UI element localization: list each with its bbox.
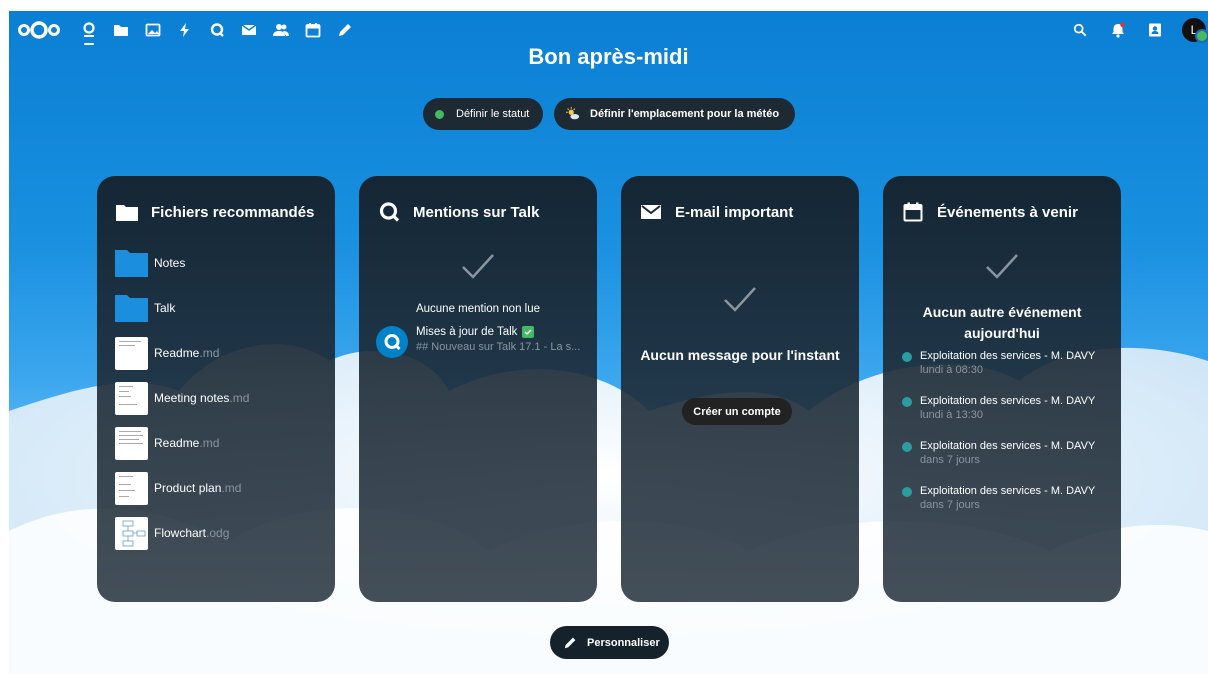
file-name: Notes	[154, 256, 186, 270]
image-icon[interactable]	[144, 21, 162, 39]
bolt-icon[interactable]	[176, 21, 194, 39]
file-item-flowchart[interactable]: Flowchart.odg	[115, 516, 229, 550]
event-time: dans 7 jours	[920, 454, 980, 466]
set-weather-location-label: Définir l'emplacement pour la météo	[590, 108, 780, 120]
file-item-readme[interactable]: Readme.md	[115, 336, 219, 370]
pencil-icon	[564, 636, 577, 649]
greeting-title: Bon après-midi	[528, 44, 689, 69]
online-status-icon	[435, 109, 444, 119]
widget-header: Événements à venir	[902, 201, 1078, 223]
event-item[interactable]: Exploitation des services - M. DAVY dans…	[902, 485, 1095, 511]
user-avatar[interactable]: L	[1182, 18, 1208, 43]
dashboard-background: L Bon après-midi Définir le statut Défin…	[9, 11, 1208, 674]
document-thumbnail-icon	[115, 336, 148, 370]
drawing-thumbnail-icon	[115, 516, 148, 550]
talk-icon[interactable]	[208, 21, 226, 39]
event-time: lundi à 13:30	[920, 409, 983, 421]
event-item[interactable]: Exploitation des services - M. DAVY lund…	[902, 350, 1095, 376]
online-status-dot	[1195, 29, 1208, 43]
calendar-icon	[902, 201, 924, 223]
create-account-button[interactable]: Créer un compte	[682, 398, 792, 425]
event-title: Exploitation des services - M. DAVY	[920, 395, 1096, 407]
file-name: Readme.md	[154, 436, 220, 450]
talk-mentions-widget: Mentions sur Talk Aucune mention non lue…	[359, 176, 597, 602]
file-item-meeting-notes[interactable]: Meeting notes.md	[115, 381, 249, 415]
folder-icon	[115, 247, 148, 280]
file-name: Meeting notes.md	[154, 391, 250, 405]
customize-button[interactable]: Personnaliser	[550, 626, 669, 659]
mail-icon	[640, 201, 662, 223]
empty-state-text: Aucune mention non lue	[415, 303, 541, 315]
recommended-files-widget: Fichiers recommandés Notes Talk Readme.m…	[97, 176, 335, 602]
event-item[interactable]: Exploitation des services - M. DAVY dans…	[902, 440, 1095, 466]
event-time: lundi à 08:30	[920, 364, 983, 376]
document-thumbnail-icon	[115, 381, 148, 415]
event-title: Exploitation des services - M. DAVY	[920, 485, 1096, 497]
document-thumbnail-icon	[115, 471, 148, 505]
document-thumbnail-icon	[115, 426, 148, 460]
widget-header: Mentions sur Talk	[378, 201, 539, 223]
create-account-label: Créer un compte	[693, 405, 781, 418]
conversation-preview: ## Nouveau sur Talk 17.1 - La s...	[416, 341, 581, 353]
file-item-talk[interactable]: Talk	[115, 291, 175, 325]
file-item-readme-2[interactable]: Readme.md	[115, 426, 219, 460]
calendar-color-dot	[902, 397, 912, 407]
widget-header: Fichiers recommandés	[116, 201, 314, 223]
widget-title: E-mail important	[675, 203, 794, 221]
file-name: Talk	[154, 301, 176, 315]
talk-avatar-icon	[376, 326, 408, 358]
checkmark-icon	[462, 254, 494, 279]
widget-title: Fichiers recommandés	[151, 203, 315, 221]
mail-icon[interactable]	[240, 21, 258, 39]
set-status-button[interactable]: Définir le statut	[423, 98, 543, 130]
checkmark-icon	[724, 287, 756, 312]
widget-header: E-mail important	[640, 201, 793, 223]
important-email-widget: E-mail important Aucun message pour l'in…	[621, 176, 859, 602]
conversation-title: Mises à jour de Talk	[416, 326, 518, 338]
contacts-icon[interactable]	[272, 21, 290, 39]
nextcloud-logo-icon[interactable]	[17, 20, 61, 40]
widget-title: Mentions sur Talk	[413, 203, 540, 221]
folder-icon	[115, 292, 148, 325]
contacts-menu-icon[interactable]	[1146, 21, 1164, 39]
event-title: Exploitation des services - M. DAVY	[920, 350, 1096, 362]
notifications-bell-icon[interactable]	[1109, 21, 1127, 39]
widget-title: Événements à venir	[937, 203, 1078, 221]
customize-label: Personnaliser	[587, 636, 660, 649]
file-item-notes[interactable]: Notes	[115, 246, 185, 280]
checkmark-icon	[986, 254, 1018, 279]
pencil-icon[interactable]	[336, 21, 354, 39]
empty-state-text: Aucun autre événement aujourd'hui	[922, 304, 1082, 341]
talk-conversation-item[interactable]: Mises à jour de Talk ## Nouveau sur Talk…	[376, 326, 580, 358]
checkbox-checked-icon	[522, 326, 535, 338]
event-title: Exploitation des services - M. DAVY	[920, 440, 1096, 452]
set-status-label: Définir le statut	[456, 108, 530, 120]
event-time: dans 7 jours	[920, 499, 980, 511]
calendar-color-dot	[902, 487, 912, 497]
search-icon[interactable]	[1071, 21, 1089, 39]
empty-state-text: Aucun message pour l'instant	[640, 347, 840, 363]
set-weather-location-button[interactable]: Définir l'emplacement pour la météo	[554, 98, 795, 130]
calendar-color-dot	[902, 352, 912, 362]
folder-icon[interactable]	[112, 21, 130, 39]
calendar-icon[interactable]	[304, 21, 322, 39]
folder-icon	[116, 201, 138, 223]
calendar-color-dot	[902, 442, 912, 452]
event-item[interactable]: Exploitation des services - M. DAVY lund…	[902, 395, 1095, 421]
file-name: Product plan.md	[154, 481, 242, 495]
weather-icon	[566, 107, 580, 121]
file-name: Readme.md	[154, 346, 220, 360]
file-item-product-plan[interactable]: Product plan.md	[115, 471, 241, 505]
upcoming-events-widget: Événements à venir Aucun autre événement…	[883, 176, 1121, 602]
talk-icon	[378, 201, 400, 223]
dashboard-icon[interactable]	[80, 21, 98, 45]
file-name: Flowchart.odg	[154, 526, 230, 540]
